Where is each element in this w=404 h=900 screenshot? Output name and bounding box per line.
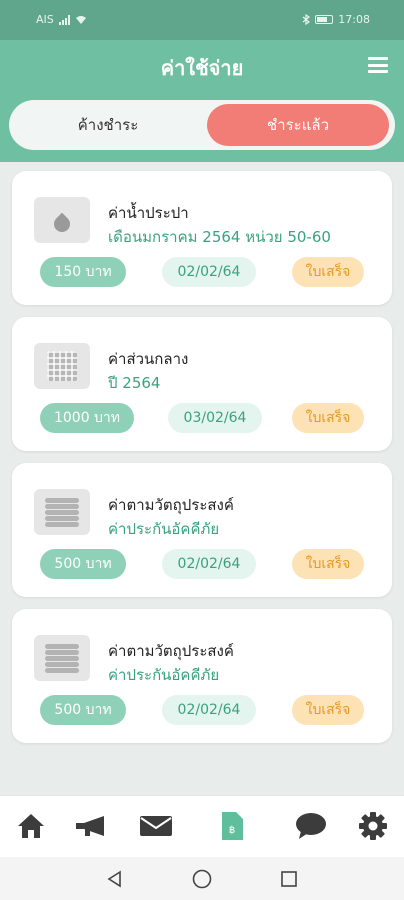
mail-icon[interactable] [138, 810, 174, 842]
coins-icon [34, 489, 90, 535]
bill-subtitle: เดือนมกราคม 2564 หน่วย 50-60 [108, 228, 331, 246]
megaphone-icon[interactable] [74, 810, 110, 842]
signal-icon [58, 14, 70, 25]
date-badge: 02/02/64 [162, 549, 256, 579]
amount-badge: 500 บาท [40, 549, 126, 579]
bill-card[interactable]: ค่าน้ำประปา เดือนมกราคม 2564 หน่วย 50-60… [12, 171, 392, 305]
bill-title: ค่าตามวัตถุประสงค์ [108, 496, 234, 514]
receipt-button[interactable]: ใบเสร็จ [292, 257, 364, 287]
building-icon [34, 343, 90, 389]
header: ค่าใช้จ่าย ค้างชำระ ชำระแล้ว [0, 40, 404, 162]
date-badge: 03/02/64 [168, 403, 262, 433]
date-badge: 02/02/64 [162, 257, 256, 287]
receipt-button[interactable]: ใบเสร็จ [292, 549, 364, 579]
bill-document-icon[interactable]: ฿ [214, 810, 250, 842]
bill-card[interactable]: ค่าส่วนกลาง ปี 2564 1000 บาท 03/02/64 ใบ… [12, 317, 392, 451]
bill-title: ค่าน้ำประปา [108, 204, 189, 222]
receipt-button[interactable]: ใบเสร็จ [292, 403, 364, 433]
home-circle-icon[interactable] [190, 867, 214, 891]
status-right: 17:08 [302, 13, 370, 26]
bottom-navigation: ฿ [0, 795, 404, 857]
battery-icon [315, 15, 334, 24]
amount-badge: 150 บาท [40, 257, 126, 287]
bill-card[interactable]: ค่าตามวัตถุประสงค์ ค่าประกันอัคคีภัย 500… [12, 609, 392, 743]
status-left: AIS [36, 13, 87, 26]
bill-subtitle: ค่าประกันอัคคีภัย [108, 666, 220, 684]
amount-badge: 1000 บาท [40, 403, 134, 433]
date-badge: 02/02/64 [162, 695, 256, 725]
wifi-icon [75, 15, 86, 24]
receipt-button[interactable]: ใบเสร็จ [292, 695, 364, 725]
amount-badge: 500 บาท [40, 695, 126, 725]
tab-paid[interactable]: ชำระแล้ว [207, 104, 389, 146]
back-icon[interactable] [103, 867, 127, 891]
tab-unpaid[interactable]: ค้างชำระ [13, 104, 203, 146]
bill-title: ค่าตามวัตถุประสงค์ [108, 642, 234, 660]
water-drop-icon [34, 197, 90, 243]
page-title: ค่าใช้จ่าย [160, 56, 244, 80]
bill-card[interactable]: ค่าตามวัตถุประสงค์ ค่าประกันอัคคีภัย 500… [12, 463, 392, 597]
bill-title: ค่าส่วนกลาง [108, 350, 189, 368]
hamburger-menu-icon[interactable] [368, 57, 388, 73]
payment-status-tabs: ค้างชำระ ชำระแล้ว [9, 100, 395, 150]
bill-subtitle: ปี 2564 [108, 374, 161, 392]
svg-text:฿: ฿ [229, 825, 235, 836]
system-navigation-bar [0, 857, 404, 900]
chat-bubble-icon[interactable] [293, 810, 329, 842]
status-bar: AIS 17:08 [0, 0, 404, 40]
carrier-label: AIS [36, 13, 54, 26]
settings-gear-icon[interactable] [355, 810, 391, 842]
clock: 17:08 [338, 13, 370, 26]
coins-icon [34, 635, 90, 681]
home-icon[interactable] [13, 810, 49, 842]
bill-subtitle: ค่าประกันอัคคีภัย [108, 520, 220, 538]
recent-apps-icon[interactable] [277, 867, 301, 891]
bluetooth-icon [302, 14, 311, 25]
